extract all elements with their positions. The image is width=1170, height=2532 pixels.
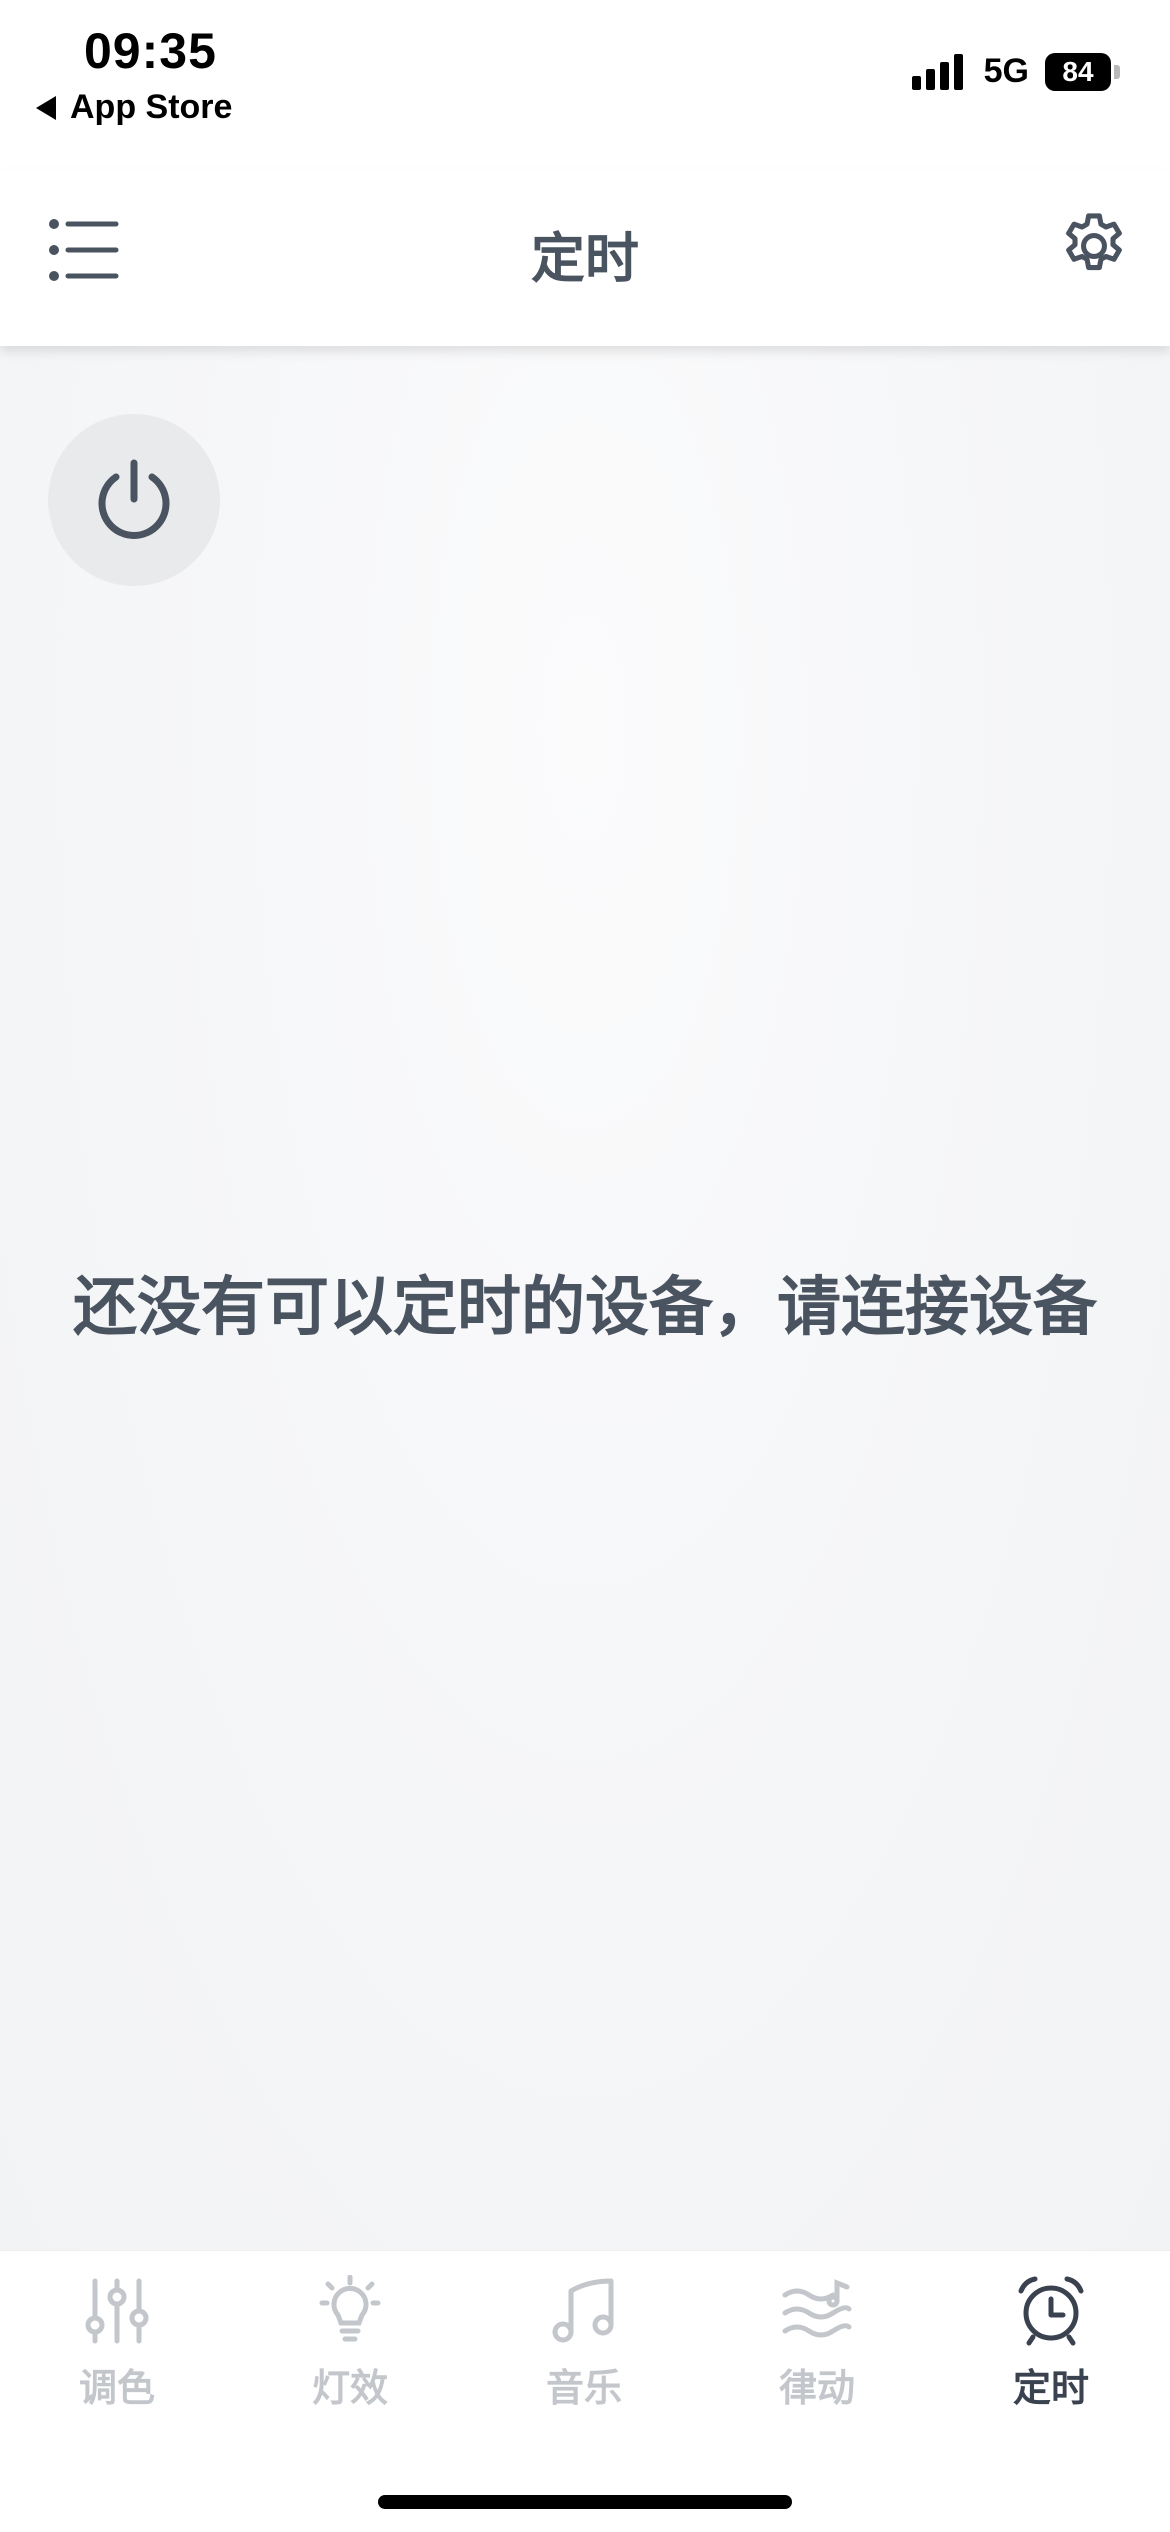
tab-label: 律动 <box>778 2366 855 2410</box>
cellular-signal-icon <box>911 53 968 90</box>
empty-state-message: 还没有可以定时的设备，请连接设备 <box>73 1271 1097 1345</box>
tab-bar: 调色 灯效 音乐 律动 定时 <box>0 2250 1170 2532</box>
tab-label: 调色 <box>78 2366 155 2410</box>
gear-icon <box>1066 213 1122 271</box>
page-title: 定时 <box>531 227 639 290</box>
lightbulb-icon <box>319 2275 381 2342</box>
tab-label: 灯效 <box>311 2366 388 2410</box>
battery-icon: 84 <box>1045 52 1120 91</box>
power-icon <box>98 459 170 539</box>
tab-music[interactable]: 音乐 <box>504 2275 664 2435</box>
tab-label: 音乐 <box>545 2366 622 2410</box>
back-triangle-icon <box>36 95 56 120</box>
network-type: 5G <box>983 52 1029 90</box>
tab-label: 定时 <box>1012 2366 1089 2410</box>
status-time: 09:35 <box>84 23 217 79</box>
music-note-icon <box>552 2278 614 2343</box>
home-indicator[interactable] <box>378 2495 792 2509</box>
app-header: 定时 <box>0 170 1170 346</box>
tab-timer[interactable]: 定时 <box>971 2275 1131 2435</box>
settings-button[interactable] <box>1056 208 1132 284</box>
battery-level: 84 <box>1045 52 1111 91</box>
power-button[interactable] <box>48 414 220 586</box>
status-indicators: 5G 84 <box>911 52 1120 91</box>
rhythm-wave-icon <box>782 2279 852 2338</box>
back-app-label: App Store <box>70 88 233 126</box>
tab-light-effects[interactable]: 灯效 <box>270 2275 430 2435</box>
tab-rhythm[interactable]: 律动 <box>737 2275 897 2435</box>
tab-color-adjust[interactable]: 调色 <box>37 2275 197 2435</box>
back-to-app-store[interactable]: App Store <box>36 88 232 127</box>
timer-screen: 09:35 App Store 5G 84 定时 还没有可以定时的设备，请连接设… <box>0 0 1170 2532</box>
sliders-icon <box>85 2278 149 2344</box>
main-content: 还没有可以定时的设备，请连接设备 <box>0 346 1170 2250</box>
alarm-clock-icon <box>1018 2276 1084 2346</box>
status-bar: 09:35 App Store 5G 84 <box>0 0 1170 170</box>
